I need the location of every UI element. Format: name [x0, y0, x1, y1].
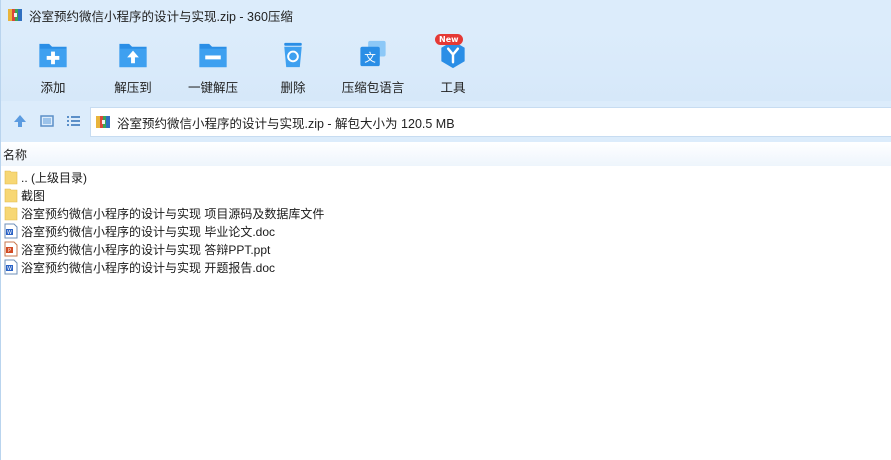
address-bar: 浴室预约微信小程序的设计与实现.zip - 解包大小为 120.5 MB [1, 101, 891, 142]
tools-button[interactable]: New 工具 [415, 34, 491, 96]
archive-app-icon [8, 9, 22, 21]
delete-button[interactable]: 删除 [255, 38, 331, 96]
file-list: .. (上级目录) 截图 浴室预约微信小程序的设计与实现 项目源码及数据库文件 … [1, 168, 891, 276]
archive-path: 浴室预约微信小程序的设计与实现.zip - 解包大小为 120.5 MB [117, 116, 455, 131]
add-button[interactable]: 添加 [15, 38, 91, 96]
word-doc-icon: W [4, 259, 18, 275]
window-title: 浴室预约微信小程序的设计与实现.zip - 360压缩 [29, 9, 293, 24]
up-arrow-icon[interactable] [12, 113, 28, 129]
archive-language-button[interactable]: 文 压缩包语言 [335, 38, 411, 96]
list-item[interactable]: .. (上级目录) [1, 168, 891, 186]
toolbar: 添加 解压到 一键解压 删除 文 压缩包语言 New 工具 [1, 30, 891, 101]
svg-text:文: 文 [364, 50, 376, 64]
svg-text:W: W [7, 230, 12, 236]
add-icon [39, 43, 67, 68]
list-view-icon[interactable] [65, 113, 81, 129]
list-item[interactable]: W 浴室预约微信小程序的设计与实现 毕业论文.doc [1, 222, 891, 240]
delete-icon [284, 42, 302, 68]
svg-text:W: W [7, 266, 12, 272]
title-bar: 浴室预约微信小程序的设计与实现.zip - 360压缩 [1, 0, 891, 30]
one-click-extract-icon [199, 43, 227, 68]
list-item[interactable]: W 浴室预约微信小程序的设计与实现 开题报告.doc [1, 258, 891, 276]
extract-to-icon [119, 43, 147, 68]
word-doc-icon: W [4, 223, 18, 239]
app-window: 浴室预约微信小程序的设计与实现.zip - 360压缩 添加 解压到 一键解压 … [0, 0, 891, 460]
powerpoint-icon: P [4, 241, 18, 257]
folder-icon [4, 206, 18, 221]
list-item[interactable]: 截图 [1, 186, 891, 204]
one-click-extract-button[interactable]: 一键解压 [175, 38, 251, 96]
list-item[interactable]: P 浴室预约微信小程序的设计与实现 答辩PPT.ppt [1, 240, 891, 258]
zip-file-icon [96, 116, 110, 128]
column-header-name[interactable]: 名称 [1, 142, 891, 166]
thumbnail-view-icon[interactable] [39, 113, 55, 129]
path-field[interactable]: 浴室预约微信小程序的设计与实现.zip - 解包大小为 120.5 MB [90, 107, 891, 137]
folder-icon [4, 170, 18, 185]
language-icon: 文 [360, 40, 386, 67]
extract-to-button[interactable]: 解压到 [95, 38, 171, 96]
folder-icon [4, 188, 18, 203]
list-item[interactable]: 浴室预约微信小程序的设计与实现 项目源码及数据库文件 [1, 204, 891, 222]
svg-text:P: P [8, 248, 11, 254]
new-badge: New [435, 34, 463, 45]
